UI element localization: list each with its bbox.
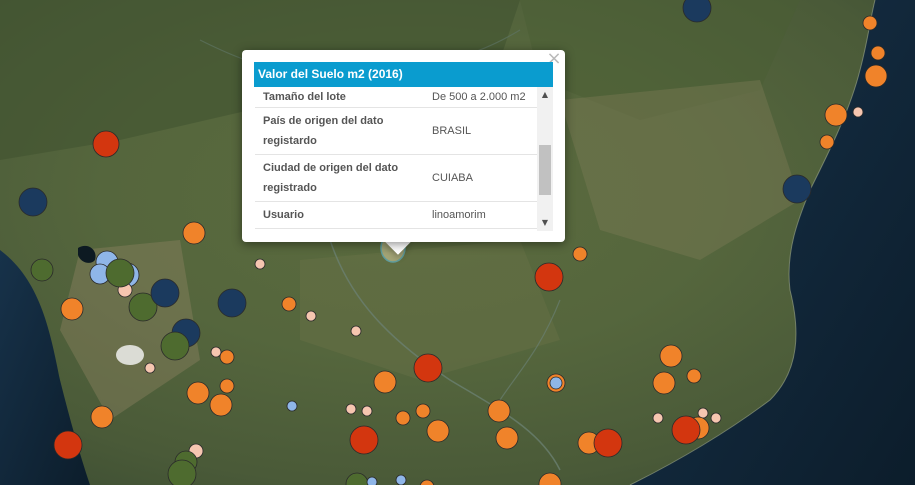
table-row: Tamaño del lote De 500 a 2.000 m2 <box>255 87 537 108</box>
map-marker-orange[interactable] <box>60 297 84 321</box>
map-marker-light-blue[interactable] <box>286 400 298 412</box>
map-marker-orange[interactable] <box>373 370 397 394</box>
map-marker-pale[interactable] <box>652 412 664 424</box>
map-marker-orange[interactable] <box>572 246 588 262</box>
map-marker-pale[interactable] <box>361 405 373 417</box>
map-marker-pale[interactable] <box>345 403 357 415</box>
map-marker-red[interactable] <box>413 353 443 383</box>
attribute-key: Usuario <box>255 201 424 229</box>
map-marker-navy[interactable] <box>150 278 180 308</box>
map-marker-red[interactable] <box>671 415 701 445</box>
map-marker-orange[interactable] <box>209 393 233 417</box>
scroll-down-icon[interactable]: ▼ <box>537 215 553 231</box>
popup-title: Valor del Suelo m2 (2016) <box>254 62 553 87</box>
map-marker-orange[interactable] <box>219 378 235 394</box>
scroll-up-icon[interactable]: ▲ <box>537 87 553 103</box>
map-marker-navy[interactable] <box>18 187 48 217</box>
map-marker-olive[interactable] <box>30 258 54 282</box>
attribute-table: Tamaño del lote De 500 a 2.000 m2 País d… <box>255 87 537 229</box>
attribute-key: Ciudad de origen del dato registrado <box>255 154 424 202</box>
attribute-key: Tamaño del lote <box>255 87 424 108</box>
map-marker-orange[interactable] <box>870 45 886 61</box>
map-marker-orange[interactable] <box>824 103 848 127</box>
info-popup: × Valor del Suelo m2 (2016) Tamaño del l… <box>242 50 565 242</box>
map-marker-light-blue[interactable] <box>395 474 407 485</box>
popup-body: Tamaño del lote De 500 a 2.000 m2 País d… <box>255 87 553 231</box>
map-marker-orange[interactable] <box>90 405 114 429</box>
map-marker-pale[interactable] <box>852 106 864 118</box>
salt-flat <box>116 345 144 365</box>
map-marker-orange[interactable] <box>487 399 511 423</box>
map-marker-orange[interactable] <box>819 134 835 150</box>
map-marker-orange[interactable] <box>219 349 235 365</box>
map-marker-orange[interactable] <box>864 64 888 88</box>
map-marker-olive[interactable] <box>160 331 190 361</box>
map-marker-orange[interactable] <box>862 15 878 31</box>
map-marker-orange[interactable] <box>281 296 297 312</box>
table-row: Ciudad de origen del dato registrado CUI… <box>255 154 537 202</box>
map-marker-orange[interactable] <box>495 426 519 450</box>
map-marker-pale[interactable] <box>254 258 266 270</box>
map-marker-red[interactable] <box>53 430 83 460</box>
map-marker-navy[interactable] <box>782 174 812 204</box>
map-marker-pale[interactable] <box>305 310 317 322</box>
attribute-value: CUIABA <box>424 154 537 202</box>
map-marker-orange[interactable] <box>182 221 206 245</box>
map-marker-red[interactable] <box>593 428 623 458</box>
map-marker-pale[interactable] <box>144 362 156 374</box>
map-marker-orange[interactable] <box>186 381 210 405</box>
map-marker-pale[interactable] <box>697 407 709 419</box>
map-marker-pale[interactable] <box>210 346 222 358</box>
map-marker-olive[interactable] <box>167 459 197 485</box>
map-marker-orange[interactable] <box>426 419 450 443</box>
map-marker-navy[interactable] <box>217 288 247 318</box>
map-marker-pale[interactable] <box>350 325 362 337</box>
map-marker-light-blue[interactable] <box>366 476 378 485</box>
map-marker-orange[interactable] <box>652 371 676 395</box>
map-marker-orange[interactable] <box>686 368 702 384</box>
popup-scrollbar[interactable]: ▲ ▼ <box>537 87 553 231</box>
attribute-value: De 500 a 2.000 m2 <box>424 87 537 108</box>
table-row: País de origen del dato registardo BRASI… <box>255 107 537 155</box>
map-marker-red[interactable] <box>349 425 379 455</box>
map-marker-red[interactable] <box>534 262 564 292</box>
scroll-thumb[interactable] <box>539 145 551 195</box>
map-marker-red[interactable] <box>92 130 120 158</box>
attribute-key: País de origen del dato registardo <box>255 107 424 155</box>
map-marker-olive[interactable] <box>105 258 135 288</box>
map-marker-orange[interactable] <box>415 403 431 419</box>
map-marker-pale[interactable] <box>710 412 722 424</box>
attribute-value: linoamorim <box>424 201 537 229</box>
map-marker-orange[interactable] <box>395 410 411 426</box>
table-row: Usuario linoamorim <box>255 201 537 229</box>
map-marker-orange[interactable] <box>659 344 683 368</box>
attribute-value: BRASIL <box>424 107 537 155</box>
map-marker-light-blue[interactable] <box>549 376 563 390</box>
